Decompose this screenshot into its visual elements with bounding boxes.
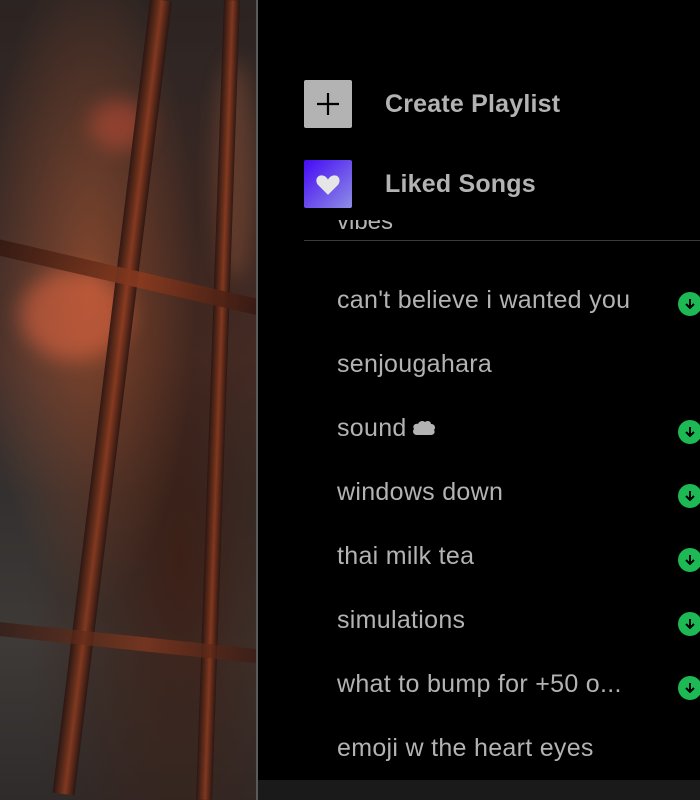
desktop-wallpaper	[0, 0, 257, 800]
playlist-item[interactable]: what to bump for +50 o...	[258, 656, 700, 720]
playlist-item[interactable]: windows down	[258, 464, 700, 528]
playlist-item[interactable]: senjougahara	[258, 336, 700, 400]
playlist-item[interactable]: thai milk tea	[258, 528, 700, 592]
playlist-name: what to bump for +50 o...	[337, 670, 622, 698]
playlist-list: can't believe i wanted you senjougahara …	[258, 272, 700, 784]
playlist-name: emoji w the heart eyes	[337, 734, 594, 762]
playlist-name: windows down	[337, 478, 504, 506]
playlist-item[interactable]: sound	[258, 400, 700, 464]
playlist-name: can't believe i wanted you	[337, 286, 631, 314]
downloaded-icon	[678, 484, 700, 508]
liked-songs-button[interactable]: Liked Songs	[304, 160, 536, 208]
playlist-name-wrap: sound	[337, 414, 437, 444]
playlist-item[interactable]: simulations	[258, 592, 700, 656]
playlist-item[interactable]: can't believe i wanted you	[258, 272, 700, 336]
playlist-name: simulations	[337, 606, 466, 634]
playlist-name: vibes	[337, 220, 394, 235]
playlist-name: senjougahara	[337, 350, 493, 378]
heart-icon	[304, 160, 352, 208]
liked-songs-label: Liked Songs	[385, 169, 536, 198]
cloud-icon	[411, 415, 437, 444]
plus-icon	[304, 80, 352, 128]
downloaded-icon	[678, 420, 700, 444]
downloaded-icon	[678, 548, 700, 572]
downloaded-icon	[678, 676, 700, 700]
downloaded-icon	[678, 612, 700, 636]
wallpaper-window-frame	[0, 620, 257, 666]
create-playlist-label: Create Playlist	[385, 89, 561, 118]
downloaded-icon	[678, 292, 700, 316]
sidebar-panel: Create Playlist Liked Songs vibes can't …	[258, 0, 700, 800]
playlist-item-partial[interactable]: vibes	[337, 220, 393, 240]
create-playlist-button[interactable]: Create Playlist	[304, 80, 560, 128]
sidebar-bottom-bar	[258, 780, 700, 800]
sidebar-divider	[304, 240, 700, 241]
playlist-item[interactable]: emoji w the heart eyes	[258, 720, 700, 784]
playlist-name: sound	[337, 414, 407, 442]
playlist-name: thai milk tea	[337, 542, 475, 570]
